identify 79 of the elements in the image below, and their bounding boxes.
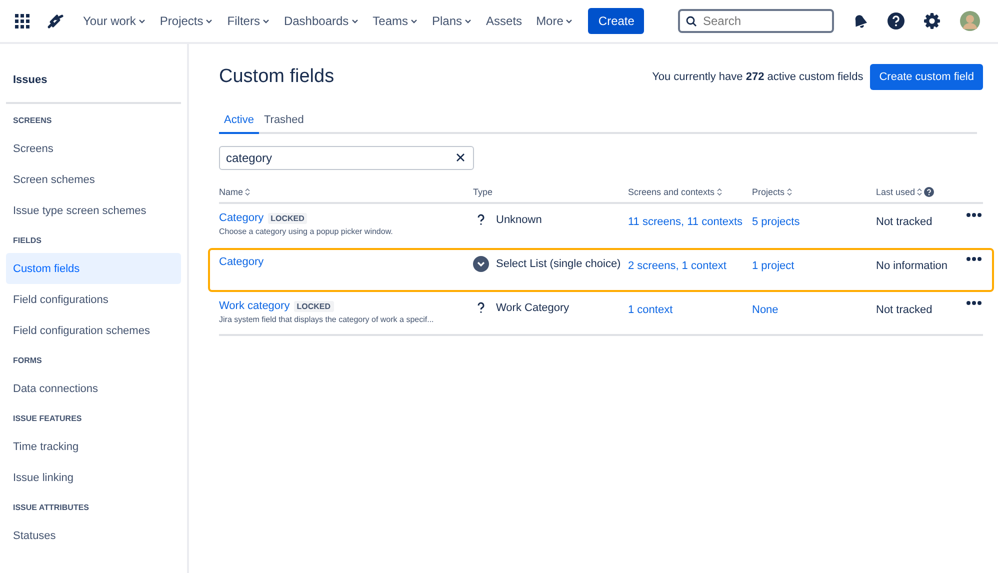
create-button[interactable]: Create [588, 8, 644, 34]
custom-field-count: You currently have 272 active custom fields [652, 71, 864, 83]
app-switcher-icon[interactable] [14, 13, 30, 29]
sidebar-section-heading: ISSUE FEATURES [12, 413, 83, 425]
sidebar-item[interactable]: Issue type screen schemes [6, 195, 181, 226]
sidebar-item[interactable]: Field configurations [6, 284, 181, 315]
column-header[interactable]: Name [219, 187, 473, 197]
chevron-down-icon [464, 17, 472, 25]
column-header[interactable]: Projects [752, 187, 876, 197]
projects-link[interactable]: 1 project [752, 260, 794, 272]
column-header[interactable]: Last used [876, 187, 966, 197]
field-name-link[interactable]: Category [219, 212, 264, 224]
filter-field[interactable]: category [219, 146, 474, 170]
sort-icon[interactable] [917, 188, 922, 196]
field-type: Unknown [496, 214, 542, 226]
projects-link[interactable]: None [752, 304, 778, 316]
sidebar-item[interactable]: Statuses [6, 520, 181, 551]
field-type: Work Category [496, 302, 570, 314]
locked-badge: LOCKED [294, 300, 334, 312]
logo-icon[interactable] [46, 13, 64, 29]
chevron-circle-icon [473, 256, 489, 272]
help-icon[interactable] [924, 187, 934, 197]
sidebar-section-heading: FIELDS [12, 235, 42, 247]
sidebar-item[interactable]: Time tracking [6, 431, 181, 462]
chevron-down-icon [410, 17, 418, 25]
search-field[interactable]: Search [678, 9, 834, 33]
nav-menu-item[interactable]: Teams [368, 10, 424, 32]
more-actions-icon[interactable] [966, 256, 983, 262]
sort-icon[interactable] [786, 188, 792, 196]
projects-link[interactable]: 5 projects [752, 216, 800, 228]
nav-menu-item[interactable]: Projects [154, 10, 218, 32]
clear-icon[interactable] [456, 153, 465, 162]
sort-icon[interactable] [245, 188, 250, 196]
tab[interactable]: Active [219, 110, 259, 134]
screens-contexts-link[interactable]: 2 screens, 1 context [628, 260, 726, 272]
field-type: Select List (single choice) [496, 258, 621, 270]
sidebar-title: Issues [12, 74, 48, 88]
nav-menu-item[interactable]: Your work [78, 10, 151, 32]
chevron-down-icon [262, 17, 270, 25]
screens-contexts-link[interactable]: 11 screens, 11 contexts [628, 216, 743, 228]
chevron-down-icon [205, 17, 214, 25]
tab[interactable]: Trashed [258, 110, 309, 134]
sidebar-item[interactable]: Data connections [6, 373, 181, 404]
last-used: Not tracked [876, 304, 932, 316]
nav-menu-item[interactable]: Assets [481, 10, 528, 32]
sidebar-section-heading: ISSUE ATTRIBUTES [12, 502, 90, 514]
sidebar-item[interactable]: Issue linking [6, 462, 181, 493]
sidebar-item[interactable]: Custom fields [6, 253, 181, 284]
chevron-down-icon [350, 17, 359, 25]
nav-menu-item[interactable]: Dashboards [278, 10, 364, 32]
chevron-down-icon [565, 17, 574, 25]
field-description: Choose a category using a popup picker window. [219, 227, 394, 236]
sidebar-section-heading: FORMS [12, 355, 43, 367]
last-used: No information [876, 260, 948, 272]
help-icon[interactable] [886, 11, 906, 31]
sort-icon[interactable] [716, 188, 722, 196]
column-header[interactable]: Screens and contexts [628, 187, 752, 197]
sidebar-item[interactable]: Screen schemes [6, 164, 181, 195]
chevron-down-icon [138, 17, 146, 25]
locked-badge: LOCKED [268, 212, 308, 224]
create-custom-field-button[interactable]: Create custom field [870, 64, 983, 90]
sidebar-item[interactable]: Screens [6, 133, 181, 164]
more-actions-icon[interactable] [966, 212, 983, 218]
screens-contexts-link[interactable]: 1 context [628, 304, 673, 316]
avatar-icon[interactable] [960, 11, 980, 31]
sidebar-item[interactable]: Field configuration schemes [6, 315, 181, 346]
field-description: Jira system field that displays the category of work a specif... [219, 315, 435, 324]
nav-menu-item[interactable]: Plans [427, 10, 478, 32]
search-icon [686, 16, 697, 27]
settings-icon[interactable] [922, 11, 942, 31]
nav-menu-item[interactable]: More [531, 10, 578, 32]
nav-menu-item[interactable]: Filters [222, 10, 275, 32]
page-title: Custom fields [219, 66, 334, 88]
field-name-link[interactable]: Work category [219, 300, 290, 312]
more-actions-icon[interactable] [966, 300, 983, 306]
sidebar-section-heading: SCREENS [12, 115, 53, 127]
last-used: Not tracked [876, 216, 932, 228]
field-name-link[interactable]: Category [219, 256, 264, 268]
column-header: Type [473, 187, 494, 197]
